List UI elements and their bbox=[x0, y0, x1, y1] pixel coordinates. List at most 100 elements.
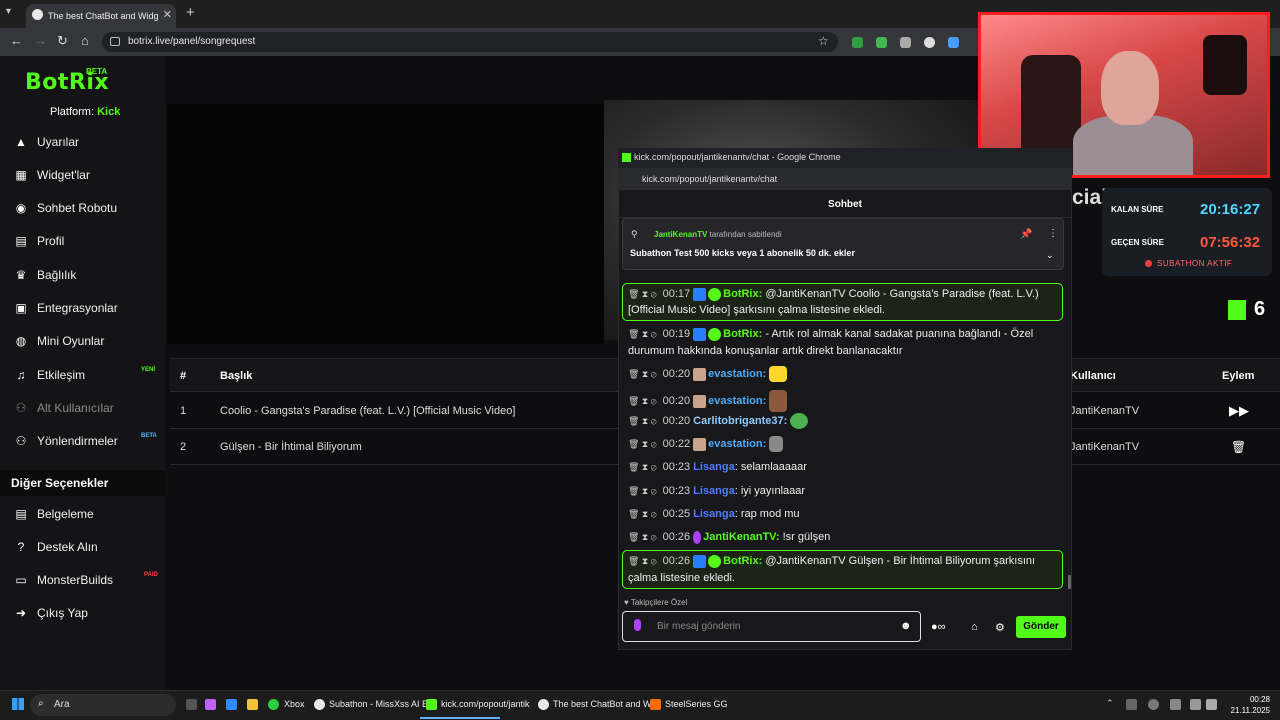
tray-network-icon[interactable] bbox=[1190, 699, 1201, 710]
edge-icon[interactable] bbox=[226, 699, 237, 710]
message-actions-icon[interactable]: 🗑 ⧗ ⊘ bbox=[628, 416, 657, 426]
message-actions-icon[interactable]: 🗑 ⧗ ⊘ bbox=[628, 556, 657, 566]
taskbar-app-kick[interactable]: kick.com/popout/jantik bbox=[441, 699, 530, 709]
taskbar-app-steelseries[interactable]: SteelSeries GG bbox=[665, 699, 728, 709]
help-icon: ? bbox=[17, 540, 25, 554]
url-input[interactable]: botrix.live/panel/songrequest bbox=[102, 32, 838, 52]
reload-icon[interactable]: ↻ bbox=[57, 33, 68, 49]
pinned-by-suffix: tarafından sabitlendi bbox=[709, 230, 782, 239]
chat-message: 🗑 ⧗ ⊘ 00:22 evastation: bbox=[628, 436, 784, 453]
tray-mic-icon[interactable] bbox=[1148, 699, 1159, 710]
message-actions-icon[interactable]: 🗑 ⧗ ⊘ bbox=[628, 329, 657, 339]
message-time: 00:22 bbox=[662, 438, 691, 450]
tab-close-icon[interactable]: ✕ bbox=[163, 8, 172, 21]
sidebar-item-label: Uyarılar bbox=[37, 135, 80, 149]
taskbar-app-botrix[interactable]: The best ChatBot and W bbox=[553, 699, 652, 709]
message-actions-icon[interactable]: 🗑 ⧗ ⊘ bbox=[628, 532, 657, 542]
integrations-icon: ▣ bbox=[15, 301, 27, 315]
message-user[interactable]: evastation: bbox=[708, 395, 766, 407]
pin-icon: ⚲ bbox=[631, 229, 638, 239]
sidebar-item-integrations[interactable]: ▣ Entegrasyonlar bbox=[14, 298, 164, 318]
site-info-icon[interactable] bbox=[110, 37, 120, 46]
tray-chevron-icon[interactable]: ⌃ bbox=[1106, 698, 1114, 709]
emoji-icon[interactable]: ☻ bbox=[900, 620, 912, 632]
sidebar-item-docs[interactable]: ▤ Belgeleme bbox=[14, 504, 164, 524]
message-user[interactable]: Lisanga bbox=[693, 485, 735, 497]
message-actions-icon[interactable]: 🗑 ⧗ ⊘ bbox=[628, 509, 657, 519]
message-user[interactable]: BotRix: bbox=[723, 328, 762, 340]
sidebar-item-widgets[interactable]: ▦ Widget'lar bbox=[14, 165, 164, 185]
home-icon[interactable]: ⌂ bbox=[81, 33, 89, 48]
explorer-icon[interactable] bbox=[247, 699, 258, 710]
chat-message-input[interactable]: Bir mesaj gönderin bbox=[622, 611, 921, 642]
message-user[interactable]: evastation: bbox=[708, 438, 766, 450]
message-user[interactable]: Lisanga bbox=[693, 461, 735, 473]
subathon-status: SUBATHON AKTİF bbox=[1157, 259, 1233, 268]
extension-icon[interactable] bbox=[924, 37, 935, 48]
message-actions-icon[interactable]: 🗑 ⧗ ⊘ bbox=[628, 369, 657, 379]
message-actions-icon[interactable]: 🗑 ⧗ ⊘ bbox=[628, 486, 657, 496]
new-tab-icon[interactable]: + bbox=[186, 4, 195, 21]
steelseries-icon[interactable] bbox=[650, 699, 661, 710]
tray-keyboard-icon[interactable] bbox=[1170, 699, 1181, 710]
message-user[interactable]: evastation: bbox=[708, 368, 766, 380]
skip-icon[interactable]: ▶▶ bbox=[1229, 403, 1249, 419]
sidebar-item-minigames[interactable]: ◍ Mini Oyunlar bbox=[14, 331, 164, 351]
message-user[interactable]: BotRix: bbox=[723, 555, 762, 567]
back-icon[interactable]: ← bbox=[10, 33, 23, 48]
message-user[interactable]: Lisanga bbox=[693, 508, 735, 520]
sidebar-item-subusers[interactable]: ⚇ Alt Kullanıcılar bbox=[14, 398, 164, 418]
extension-icon[interactable] bbox=[876, 37, 887, 48]
forward-icon[interactable]: → bbox=[34, 33, 47, 48]
message-user[interactable]: Carlitobrigante37: bbox=[693, 415, 787, 427]
more-options-icon[interactable]: ⋮ bbox=[1048, 228, 1058, 239]
message-actions-icon[interactable]: 🗑 ⧗ ⊘ bbox=[628, 289, 657, 299]
message-actions-icon[interactable]: 🗑 ⧗ ⊘ bbox=[628, 462, 657, 472]
taskbar-app-xbox[interactable]: Xbox bbox=[284, 699, 305, 709]
copilot-icon[interactable] bbox=[205, 699, 216, 710]
unpin-icon[interactable]: 📌 bbox=[1020, 229, 1032, 240]
message-actions-icon[interactable]: 🗑 ⧗ ⊘ bbox=[628, 396, 657, 406]
video-player[interactable] bbox=[167, 104, 604, 344]
chat-scrollbar[interactable] bbox=[1068, 575, 1071, 589]
taskbar-clock[interactable]: 00:28 21.11.2025 bbox=[1220, 694, 1270, 716]
browser-tab[interactable]: The best ChatBot and Widg ✕ bbox=[26, 4, 176, 28]
extension-icon[interactable] bbox=[948, 37, 959, 48]
taskbar-app-subathon[interactable]: Subathon - MissXss AI E bbox=[329, 699, 428, 709]
kick-icon[interactable] bbox=[426, 699, 437, 710]
pinned-message[interactable] bbox=[622, 218, 1064, 270]
tray-app-icon[interactable] bbox=[1126, 699, 1137, 710]
sidebar-item-alerts[interactable]: ▲ Uyarılar bbox=[14, 132, 164, 152]
task-view-icon[interactable] bbox=[186, 699, 197, 710]
sidebar-item-monsterbuilds[interactable]: ▭ MonsterBuilds bbox=[14, 570, 164, 590]
windows-start-icon[interactable] bbox=[12, 698, 24, 710]
trash-icon[interactable]: 🗑 bbox=[1231, 440, 1246, 454]
message-actions-icon[interactable]: 🗑 ⧗ ⊘ bbox=[628, 439, 657, 449]
taskbar-search[interactable]: Ara bbox=[30, 694, 176, 716]
chrome-icon[interactable] bbox=[314, 699, 325, 710]
users-icon[interactable]: ●∞ bbox=[931, 621, 946, 633]
store-icon[interactable]: ⌂ bbox=[971, 621, 978, 633]
extension-icon[interactable] bbox=[900, 37, 911, 48]
tab-search-icon[interactable]: ▾ bbox=[6, 6, 11, 17]
settings-gear-icon[interactable]: ⚙ bbox=[995, 621, 1005, 634]
bookmark-star-icon[interactable]: ☆ bbox=[818, 34, 829, 48]
sidebar-item-loyalty[interactable]: ♛ Bağlılık bbox=[14, 265, 164, 285]
sidebar-item-logout[interactable]: ➜ Çıkış Yap bbox=[14, 603, 164, 623]
send-button[interactable]: Gönder bbox=[1016, 616, 1066, 638]
docs-icon: ▤ bbox=[15, 507, 27, 521]
tray-volume-icon[interactable] bbox=[1206, 699, 1217, 710]
xbox-icon[interactable] bbox=[268, 699, 279, 710]
message-user[interactable]: JantiKenanTV: bbox=[703, 531, 779, 543]
sidebar-item-chatbot[interactable]: ◉ Sohbet Robotu bbox=[14, 198, 164, 218]
message-user[interactable]: BotRix: bbox=[723, 288, 762, 300]
bot-badge-icon bbox=[693, 287, 707, 301]
message-time: 00:20 bbox=[662, 394, 691, 407]
sidebar-item-support[interactable]: ? Destek Alın bbox=[14, 537, 164, 557]
sidebar-item-profile[interactable]: ▤ Profil bbox=[14, 231, 164, 251]
extension-icon[interactable] bbox=[852, 37, 863, 48]
chrome-icon[interactable] bbox=[538, 699, 549, 710]
tab-title: The best ChatBot and Widg bbox=[48, 11, 159, 21]
chat-url-bar[interactable]: kick.com/popout/jantikenantv/chat bbox=[618, 168, 1072, 190]
chevron-down-icon[interactable]: ⌄ bbox=[1046, 250, 1054, 261]
